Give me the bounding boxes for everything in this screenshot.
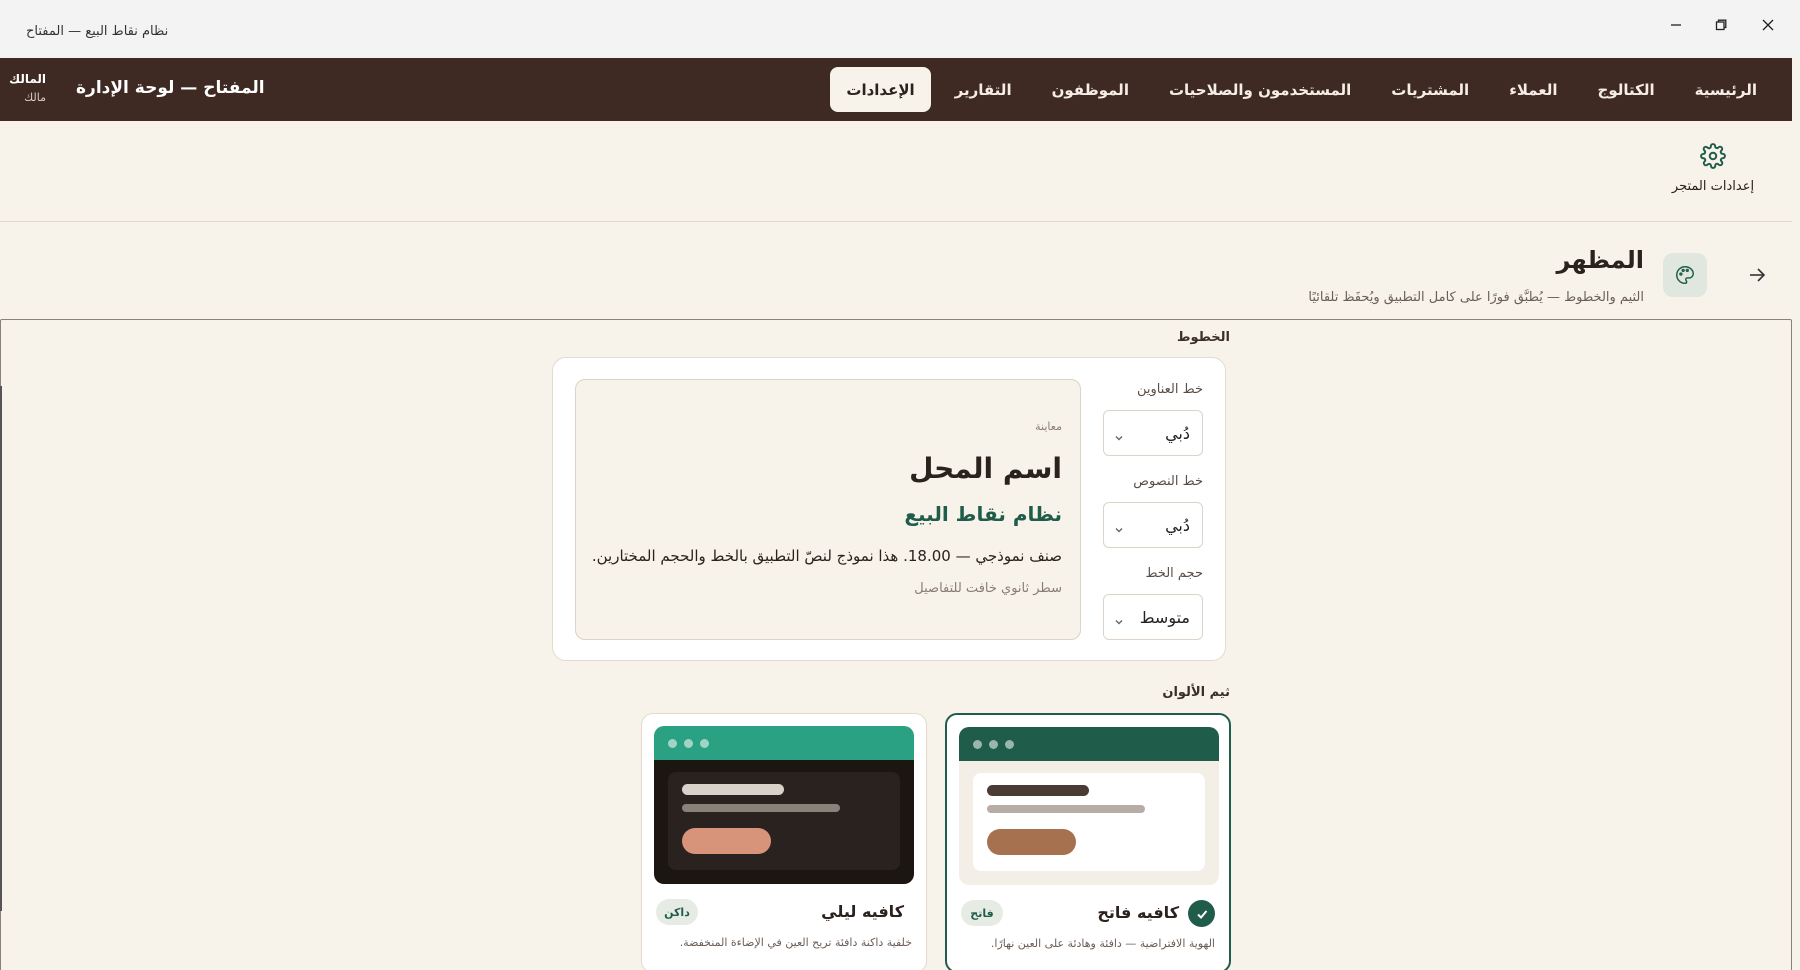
- mock-line: [682, 784, 784, 795]
- chevron-down-icon: [1114, 520, 1124, 539]
- gear-icon: [1700, 143, 1726, 169]
- mock-dot: [989, 740, 998, 749]
- mock-dot: [684, 739, 693, 748]
- selected-check-icon: [1188, 900, 1215, 927]
- store-settings-label: إعدادات المتجر: [1671, 179, 1755, 194]
- heading-font-value: دُبي: [1165, 424, 1190, 443]
- app-header: الرئيسية الكتالوج العملاء المشتريات المس…: [0, 58, 1792, 121]
- user-menu[interactable]: المالك مالك: [9, 72, 46, 104]
- theme-name: كافيه فاتح: [1097, 903, 1179, 922]
- store-settings-button[interactable]: إعدادات المتجر: [1668, 143, 1758, 194]
- body-font-label: خط النصوص: [1133, 474, 1203, 489]
- heading-font-select[interactable]: دُبي: [1103, 410, 1203, 456]
- body-font-select[interactable]: دُبي: [1103, 502, 1203, 548]
- scrollbar[interactable]: [0, 386, 2, 911]
- main-nav: الرئيسية الكتالوج العملاء المشتريات المس…: [830, 67, 1773, 112]
- nav-tab-catalog[interactable]: الكتالوج: [1582, 67, 1671, 112]
- mock-card: [668, 772, 900, 870]
- theme-description: خلفية داكنة دافئة تريح العين في الإضاءة …: [679, 936, 912, 949]
- font-size-value: متوسط: [1139, 608, 1190, 627]
- font-preview: معاينة اسم المحل نظام نقاط البيع صنف نمو…: [575, 379, 1081, 640]
- mock-line: [987, 805, 1145, 813]
- mock-dot: [700, 739, 709, 748]
- themes-group-label: ثيم الألوان: [1162, 685, 1230, 700]
- theme-badge: فاتح: [961, 900, 1003, 926]
- chevron-down-icon: [1114, 428, 1124, 447]
- mock-button: [987, 829, 1076, 855]
- nav-tab-users-permissions[interactable]: المستخدمون والصلاحيات: [1153, 67, 1367, 112]
- section-title: المظهر: [1556, 246, 1644, 274]
- body-font-value: دُبي: [1165, 516, 1190, 535]
- nav-tab-reports[interactable]: التقارير: [939, 67, 1028, 112]
- nav-tab-employees[interactable]: الموظفون: [1036, 67, 1145, 112]
- close-button[interactable]: [1747, 10, 1789, 40]
- preview-caption: معاينة: [1035, 420, 1062, 433]
- mock-button: [682, 828, 771, 854]
- preview-pos-title: نظام نقاط البيع: [904, 502, 1062, 526]
- font-size-select[interactable]: متوسط: [1103, 594, 1203, 640]
- mock-card: [973, 773, 1205, 871]
- mock-dot: [1005, 740, 1014, 749]
- section-header: المظهر الثيم والخطوط — يُطبَّق فورًا على…: [0, 222, 1792, 319]
- user-name: المالك: [9, 72, 46, 86]
- theme-card-dark[interactable]: كافيه ليلي داكن خلفية داكنة دافئة تريح ا…: [641, 713, 927, 970]
- restore-icon: [1715, 19, 1727, 31]
- mock-dot: [973, 740, 982, 749]
- nav-tab-home[interactable]: الرئيسية: [1679, 67, 1773, 112]
- mock-body: [654, 760, 914, 884]
- mock-titlebar: [959, 727, 1219, 761]
- mock-line: [987, 785, 1089, 796]
- theme-preview-dark: [654, 726, 914, 884]
- fonts-card: خط العناوين دُبي خط النصوص دُبي حجم الخط…: [552, 357, 1226, 661]
- mock-dot: [668, 739, 677, 748]
- section-icon-box: [1663, 253, 1707, 297]
- theme-description: الهوية الافتراضية — دافئة وهادئة على الع…: [990, 937, 1215, 950]
- heading-font-label: خط العناوين: [1136, 382, 1203, 397]
- mock-body: [959, 761, 1219, 885]
- app-brand: المفتاح — لوحة الإدارة: [76, 78, 265, 98]
- arrow-right-icon: [1750, 268, 1766, 282]
- minimize-icon: [1671, 24, 1681, 26]
- fonts-group-label: الخطوط: [1176, 330, 1230, 345]
- mock-line: [682, 804, 840, 812]
- user-role: مالك: [24, 91, 46, 104]
- close-icon: [1762, 19, 1774, 31]
- section-subtitle: الثيم والخطوط — يُطبَّق فورًا على كامل ا…: [1308, 290, 1644, 305]
- theme-badge: داكن: [656, 899, 698, 925]
- preview-store-name: اسم المحل: [909, 452, 1062, 485]
- font-size-label: حجم الخط: [1145, 566, 1203, 581]
- theme-name: كافيه ليلي: [821, 902, 904, 921]
- window-title: نظام نقاط البيع — المفتاح: [26, 24, 169, 39]
- nav-tab-purchases[interactable]: المشتريات: [1375, 67, 1485, 112]
- theme-card-light[interactable]: كافيه فاتح فاتح الهوية الافتراضية — دافئ…: [945, 713, 1231, 970]
- preview-body-text: صنف نموذجي — 18.00. هذا نموذج لنصّ التطب…: [591, 547, 1062, 565]
- back-button[interactable]: [1744, 262, 1770, 288]
- window-titlebar: نظام نقاط البيع — المفتاح: [0, 0, 1800, 58]
- maximize-button[interactable]: [1700, 10, 1742, 40]
- nav-tab-settings[interactable]: الإعدادات: [830, 67, 931, 112]
- preview-secondary-text: سطر ثانوي خافت للتفاصيل: [914, 581, 1062, 596]
- settings-subnav: إعدادات المتجر: [0, 121, 1792, 222]
- mock-titlebar: [654, 726, 914, 760]
- theme-preview-light: [959, 727, 1219, 885]
- palette-icon: [1676, 266, 1694, 284]
- minimize-button[interactable]: [1655, 10, 1697, 40]
- chevron-down-icon: [1114, 612, 1124, 631]
- nav-tab-customers[interactable]: العملاء: [1493, 67, 1573, 112]
